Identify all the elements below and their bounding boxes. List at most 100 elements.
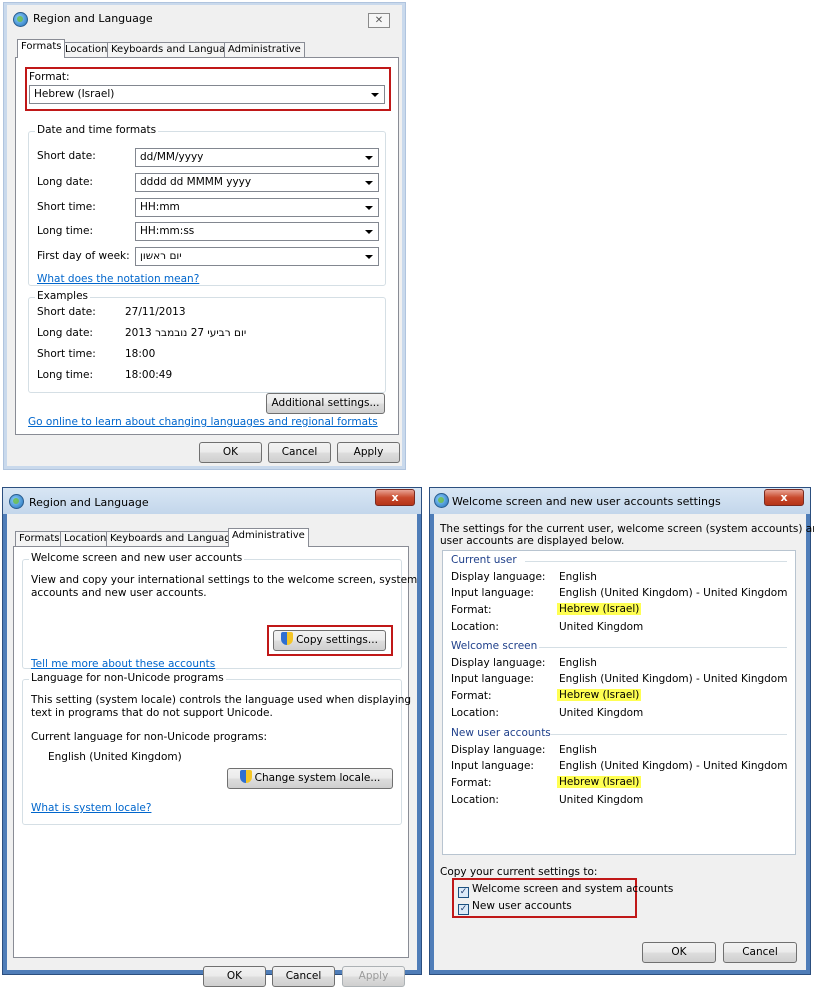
tell-me-more-link[interactable]: Tell me more about these accounts: [31, 658, 215, 670]
ok-button[interactable]: OK: [199, 442, 262, 463]
location-value: United Kingdom: [559, 707, 644, 719]
examples-group: Examples Short date: 27/11/2013 Long dat…: [28, 290, 386, 393]
tab-location[interactable]: Location: [61, 42, 112, 58]
long-time-dropdown[interactable]: HH:mm:ss: [135, 222, 379, 241]
intro-line-2: user accounts are displayed below.: [440, 535, 625, 547]
example-short-date-label: Short date:: [37, 306, 96, 318]
window-title: Region and Language: [33, 12, 153, 25]
ok-button[interactable]: OK: [642, 942, 716, 963]
new-users-checkbox[interactable]: ✓ New user accounts: [458, 900, 572, 915]
format-value-highlighted: Hebrew (Israel): [557, 603, 642, 615]
section-heading: Current user: [451, 554, 517, 566]
display-language-value: English: [559, 571, 597, 583]
tab-administrative[interactable]: Administrative: [224, 42, 305, 58]
welcome-description-line-2: accounts and new user accounts.: [31, 587, 207, 599]
intro-line-1: The settings for the current user, welco…: [440, 523, 814, 535]
copy-to-label: Copy your current settings to:: [440, 866, 598, 878]
long-date-label: Long date:: [37, 176, 93, 188]
first-day-label: First day of week:: [37, 250, 130, 262]
globe-icon: [434, 493, 449, 508]
title-bar: Welcome screen and new user accounts set…: [430, 488, 810, 514]
short-date-label: Short date:: [37, 150, 96, 162]
date-time-group: Date and time formats Short date: dd/MM/…: [28, 124, 386, 286]
notation-link[interactable]: What does the notation mean?: [37, 273, 199, 285]
display-language-value: English: [559, 744, 597, 756]
example-long-date-label: Long date:: [37, 327, 93, 339]
example-long-date-value: יום רביעי 27 נובמבר 2013: [125, 327, 247, 339]
tab-formats[interactable]: Formats: [17, 39, 66, 58]
chevron-down-icon: [365, 230, 373, 234]
section-current-user: Current user Display language: English I…: [443, 551, 795, 641]
display-language-label: Display language:: [451, 657, 546, 669]
long-date-dropdown[interactable]: dddd dd MMMM yyyy: [135, 173, 379, 192]
first-day-dropdown[interactable]: יום ראשון: [135, 247, 379, 266]
date-time-group-label: Date and time formats: [35, 124, 159, 136]
close-button[interactable]: x: [375, 489, 415, 506]
system-locale-link[interactable]: What is system locale?: [31, 802, 151, 814]
welcome-group-label: Welcome screen and new user accounts: [29, 552, 245, 564]
settings-summary-panel: Current user Display language: English I…: [442, 550, 796, 855]
region-language-window-administrative: Region and Language x Formats Location K…: [2, 487, 422, 987]
tab-formats[interactable]: Formats: [15, 531, 64, 547]
cancel-button[interactable]: Cancel: [268, 442, 331, 463]
title-bar: Region and Language x: [3, 488, 421, 514]
uac-shield-icon: [239, 770, 252, 783]
welcome-group: Welcome screen and new user accounts Vie…: [22, 552, 417, 670]
window-title: Welcome screen and new user accounts set…: [452, 495, 721, 508]
apply-button[interactable]: Apply: [337, 442, 400, 463]
example-short-time-value: 18:00: [125, 348, 156, 360]
nonunicode-description-line-2: text in programs that do not support Uni…: [31, 707, 273, 719]
section-divider: [525, 561, 787, 562]
close-button[interactable]: ✕: [368, 13, 390, 28]
location-value: United Kingdom: [559, 794, 644, 806]
window-title: Region and Language: [29, 496, 149, 509]
section-new-user-accounts: New user accounts Display language: Engl…: [443, 724, 795, 814]
example-short-date-value: 27/11/2013: [125, 306, 186, 318]
tab-location[interactable]: Location: [60, 531, 111, 547]
ok-button[interactable]: OK: [203, 966, 266, 987]
change-system-locale-label: Change system locale...: [254, 772, 381, 784]
section-welcome-screen: Welcome screen Display language: English…: [443, 637, 795, 727]
globe-icon: [13, 12, 28, 27]
input-language-label: Input language:: [451, 760, 534, 772]
change-system-locale-button[interactable]: Change system locale...: [227, 768, 393, 789]
welcome-screen-checkbox[interactable]: ✓ Welcome screen and system accounts: [458, 883, 673, 898]
short-date-dropdown[interactable]: dd/MM/yyyy: [135, 148, 379, 167]
tab-keyboards[interactable]: Keyboards and Languages: [106, 531, 246, 547]
title-bar: Region and Language ✕: [7, 5, 402, 33]
cancel-button[interactable]: Cancel: [723, 942, 797, 963]
additional-settings-button[interactable]: Additional settings...: [266, 393, 385, 414]
display-language-value: English: [559, 657, 597, 669]
long-date-value: dddd dd MMMM yyyy: [140, 176, 252, 188]
short-time-dropdown[interactable]: HH:mm: [135, 198, 379, 217]
format-dropdown[interactable]: Hebrew (Israel): [29, 85, 385, 104]
location-value: United Kingdom: [559, 621, 644, 633]
location-label: Location:: [451, 794, 499, 806]
long-time-label: Long time:: [37, 225, 94, 237]
new-users-checkbox-label: New user accounts: [472, 900, 572, 912]
example-short-time-label: Short time:: [37, 348, 96, 360]
online-languages-link[interactable]: Go online to learn about changing langua…: [28, 416, 378, 428]
input-language-value: English (United Kingdom) - United Kingdo…: [559, 760, 788, 772]
location-label: Location:: [451, 707, 499, 719]
short-time-value: HH:mm: [140, 201, 180, 213]
section-divider: [551, 734, 787, 735]
input-language-label: Input language:: [451, 587, 534, 599]
nonunicode-group-label: Language for non-Unicode programs: [29, 672, 226, 684]
nonunicode-description-line-1: This setting (system locale) controls th…: [31, 694, 412, 706]
formats-panel: Format: Hebrew (Israel) Date and time fo…: [15, 57, 399, 435]
checkbox-checked-icon: ✓: [458, 887, 469, 898]
short-time-label: Short time:: [37, 201, 96, 213]
welcome-screen-settings-window: Welcome screen and new user accounts set…: [429, 487, 814, 975]
checkbox-checked-icon: ✓: [458, 904, 469, 915]
display-language-label: Display language:: [451, 744, 546, 756]
chevron-down-icon: [371, 93, 379, 97]
input-language-label: Input language:: [451, 673, 534, 685]
cancel-button[interactable]: Cancel: [272, 966, 335, 987]
copy-settings-button[interactable]: Copy settings...: [273, 630, 386, 651]
format-label: Format:: [29, 71, 70, 83]
apply-button[interactable]: Apply: [342, 966, 405, 987]
close-button[interactable]: x: [764, 489, 804, 506]
tab-administrative[interactable]: Administrative: [228, 528, 309, 547]
section-heading: Welcome screen: [451, 640, 538, 652]
